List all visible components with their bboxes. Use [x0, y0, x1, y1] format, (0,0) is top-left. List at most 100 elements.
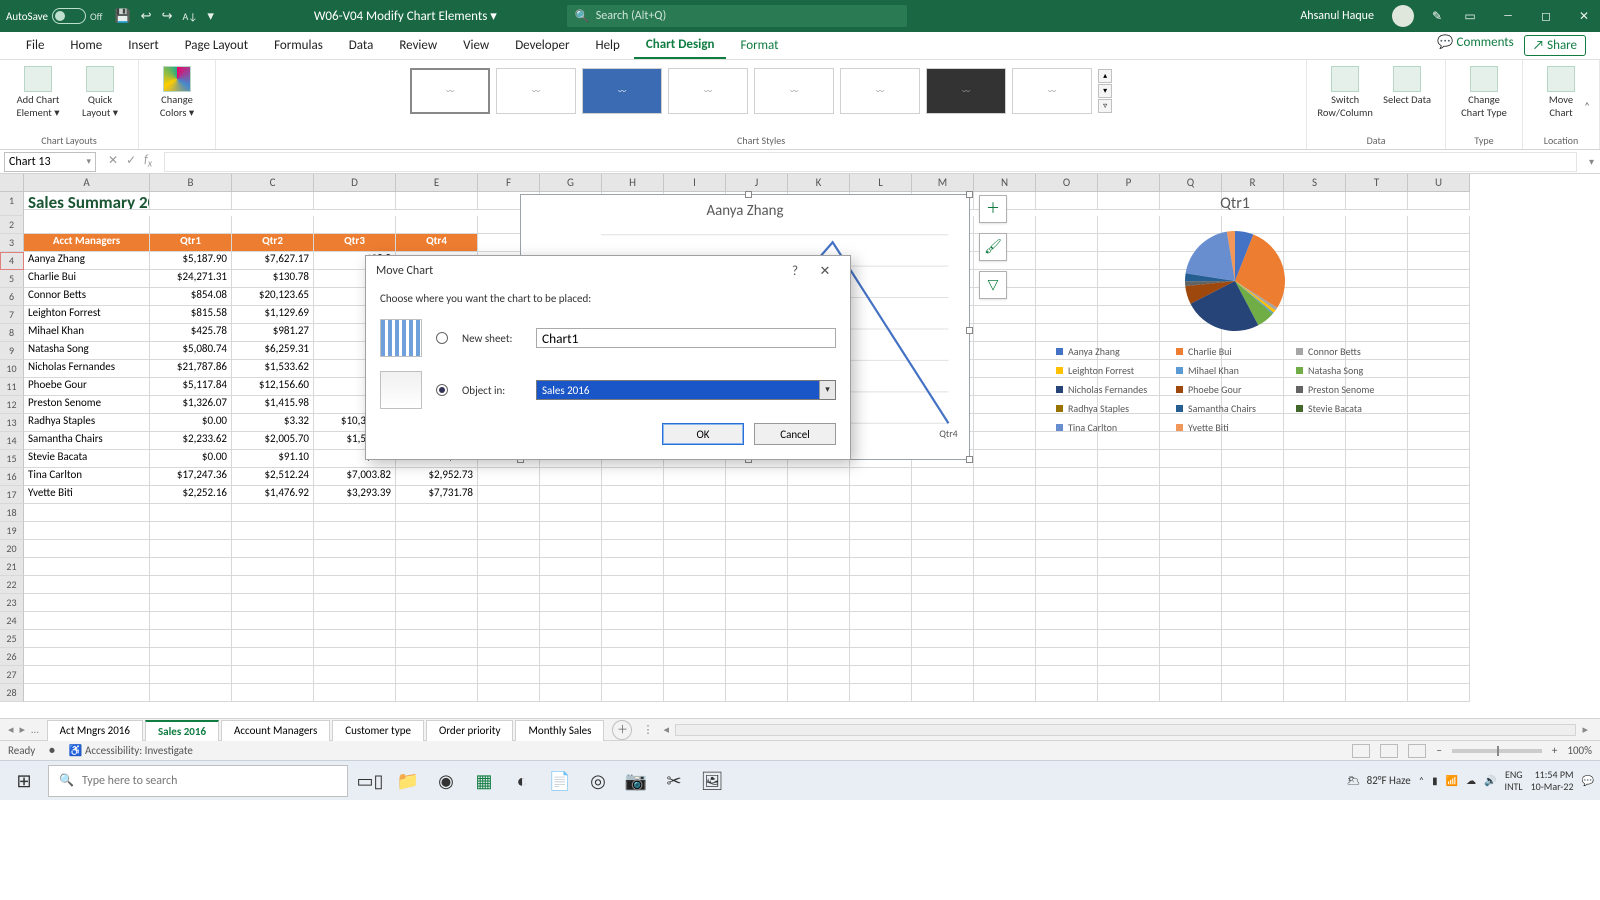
cell[interactable] [540, 594, 602, 612]
cell[interactable] [664, 504, 726, 522]
cell[interactable]: $130.78 [232, 270, 314, 288]
cell[interactable] [850, 648, 912, 666]
cell[interactable]: Mihael Khan [24, 324, 150, 342]
page-layout-view-icon[interactable] [1380, 744, 1398, 758]
cell[interactable] [1036, 630, 1098, 648]
cell[interactable] [314, 648, 396, 666]
cell[interactable] [850, 504, 912, 522]
cell[interactable] [1346, 594, 1408, 612]
cell[interactable] [1160, 684, 1222, 702]
col-header[interactable]: O [1036, 174, 1098, 192]
cell[interactable] [974, 594, 1036, 612]
cell[interactable]: $5,080.74 [150, 342, 232, 360]
cell[interactable] [974, 468, 1036, 486]
excel-icon[interactable]: ▦ [468, 765, 500, 797]
cell[interactable] [1098, 648, 1160, 666]
cell[interactable] [540, 630, 602, 648]
formula-input[interactable] [164, 152, 1577, 172]
cell[interactable] [396, 648, 478, 666]
cell[interactable] [314, 612, 396, 630]
cell[interactable] [150, 576, 232, 594]
move-chart-button[interactable]: Move Chart [1533, 64, 1589, 121]
cell[interactable] [664, 684, 726, 702]
formula-expand-icon[interactable]: ▾ [1583, 155, 1600, 168]
cell[interactable] [396, 360, 478, 378]
cell[interactable]: $2,233.62 [150, 432, 232, 450]
cell[interactable] [232, 192, 314, 210]
cell[interactable] [396, 630, 478, 648]
cell[interactable] [788, 468, 850, 486]
cell[interactable] [1284, 630, 1346, 648]
cell[interactable] [24, 216, 150, 234]
cell[interactable] [396, 684, 478, 702]
cell[interactable]: Yvette Biti [24, 486, 150, 504]
cell[interactable] [396, 342, 478, 360]
chart-style-3[interactable]: 〰 [582, 68, 662, 114]
cell[interactable] [232, 666, 314, 684]
row-header[interactable]: 11 [0, 378, 24, 396]
cell[interactable]: $1,542.68 [314, 432, 396, 450]
maximize-icon[interactable]: ◻ [1536, 9, 1556, 24]
cell[interactable] [478, 576, 540, 594]
tab-data[interactable]: Data [337, 33, 386, 58]
select-data-button[interactable]: Select Data [1379, 64, 1435, 109]
tab-review[interactable]: Review [387, 33, 449, 58]
cell[interactable] [974, 324, 1036, 342]
col-header[interactable]: E [396, 174, 478, 192]
cell[interactable] [478, 666, 540, 684]
cell[interactable] [1222, 576, 1284, 594]
accessibility-status[interactable]: ♿ Accessibility: Investigate [69, 744, 193, 757]
cell[interactable]: $28,8 [314, 252, 396, 270]
edge-icon[interactable]: ◎ [582, 765, 614, 797]
cell[interactable] [150, 594, 232, 612]
cell[interactable] [1160, 522, 1222, 540]
cell[interactable] [1408, 576, 1470, 594]
cell[interactable]: $6,259.31 [232, 342, 314, 360]
cell[interactable]: $1,129.69 [232, 306, 314, 324]
cell[interactable] [396, 324, 478, 342]
cell[interactable] [974, 486, 1036, 504]
cell[interactable] [974, 576, 1036, 594]
tab-home[interactable]: Home [58, 33, 114, 58]
avatar[interactable] [1392, 5, 1414, 27]
cell[interactable] [974, 666, 1036, 684]
cell[interactable] [24, 558, 150, 576]
cell[interactable] [478, 558, 540, 576]
cell[interactable] [1222, 648, 1284, 666]
cell[interactable] [912, 504, 974, 522]
cell[interactable]: $1,326.07 [150, 396, 232, 414]
cell[interactable]: Phoebe Gour [24, 378, 150, 396]
cell[interactable] [150, 522, 232, 540]
ribbon-display-icon[interactable]: ▭ [1460, 9, 1480, 24]
cell[interactable] [396, 576, 478, 594]
cell[interactable] [24, 648, 150, 666]
cell[interactable] [726, 558, 788, 576]
col-header[interactable]: R [1222, 174, 1284, 192]
cell[interactable] [664, 540, 726, 558]
cell[interactable] [850, 576, 912, 594]
chart-style-1[interactable]: 〰 [410, 68, 490, 114]
cell[interactable] [974, 630, 1036, 648]
sheet-tab[interactable]: Order priority [426, 720, 514, 741]
row-header[interactable]: 15 [0, 450, 24, 468]
search-box[interactable]: 🔍 Search (Alt+Q) [567, 5, 907, 27]
taskbar-search[interactable]: 🔍Type here to search [48, 765, 348, 797]
cell[interactable] [24, 630, 150, 648]
cell[interactable] [912, 540, 974, 558]
redo-icon[interactable]: ↪ [162, 9, 173, 24]
cell[interactable]: $854.08 [150, 288, 232, 306]
cell[interactable] [726, 666, 788, 684]
chart-elements-button[interactable]: ＋ [979, 195, 1007, 223]
coming-soon-icon[interactable]: ✎ [1432, 9, 1442, 24]
cell[interactable] [396, 288, 478, 306]
cell[interactable] [1222, 522, 1284, 540]
cell[interactable] [602, 468, 664, 486]
cell[interactable]: Connor Betts [24, 288, 150, 306]
cell[interactable] [540, 684, 602, 702]
cell[interactable]: $10,373.59 [314, 414, 396, 432]
cell[interactable] [1098, 666, 1160, 684]
cell[interactable] [150, 504, 232, 522]
cell[interactable]: $2,252.16 [150, 486, 232, 504]
cell[interactable] [974, 504, 1036, 522]
col-header[interactable]: L [850, 174, 912, 192]
